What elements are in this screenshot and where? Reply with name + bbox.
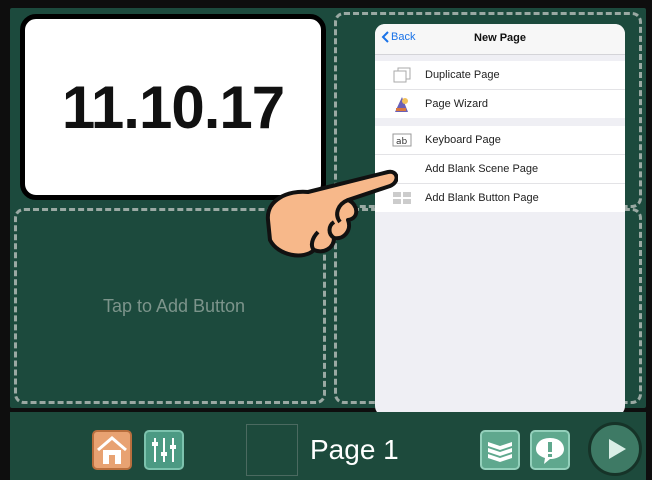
new-page-popover: Back New Page Duplicate Page Page Wizard — [375, 24, 625, 416]
page-wizard-item[interactable]: Page Wizard — [375, 90, 625, 118]
pointing-hand-icon — [265, 169, 398, 258]
play-icon — [609, 439, 626, 459]
home-icon — [97, 436, 127, 464]
keyboard-page-item[interactable]: ab Keyboard Page — [375, 126, 625, 155]
alert-icon — [536, 438, 564, 464]
settings-button[interactable] — [144, 430, 184, 470]
popover-group-1: Duplicate Page Page Wizard — [375, 61, 625, 118]
settings-sliders-icon — [152, 438, 176, 462]
pages-button[interactable] — [480, 430, 520, 470]
blank-button-page-item[interactable]: Add Blank Button Page — [375, 184, 625, 212]
tap-to-add-label: Tap to Add Button — [102, 296, 246, 316]
duplicate-page-item[interactable]: Duplicate Page — [375, 61, 625, 90]
blank-scene-page-label: Add Blank Scene Page — [425, 163, 539, 175]
date-text: 11.10.17 — [61, 73, 285, 141]
keyboard-page-icon: ab — [391, 131, 413, 149]
popover-group-2: ab Keyboard Page Add Blank Scene Page Ad… — [375, 126, 625, 212]
app-window: 11.10.17 Tap to Add Button Back New Page… — [0, 0, 652, 484]
page-thumbnail-slot[interactable] — [246, 424, 298, 476]
pages-stack-icon — [488, 442, 512, 462]
popover-header: Back New Page — [375, 24, 625, 55]
bottom-toolbar: Page 1 — [10, 412, 646, 482]
home-button[interactable] — [92, 430, 132, 470]
duplicate-page-label: Duplicate Page — [425, 69, 500, 81]
play-button[interactable] — [588, 422, 642, 476]
blank-button-page-label: Add Blank Button Page — [425, 192, 539, 204]
wizard-icon — [391, 95, 413, 113]
duplicate-page-icon — [391, 66, 413, 84]
keyboard-page-label: Keyboard Page — [425, 134, 501, 146]
alert-button[interactable] — [530, 430, 570, 470]
svg-text:ab: ab — [396, 137, 408, 147]
page-label: Page 1 — [310, 434, 399, 465]
blank-scene-page-item[interactable]: Add Blank Scene Page — [375, 155, 625, 184]
popover-title: New Page — [474, 32, 526, 44]
page-wizard-label: Page Wizard — [425, 98, 488, 110]
group-gap — [375, 118, 625, 126]
bottom-border — [0, 480, 652, 484]
